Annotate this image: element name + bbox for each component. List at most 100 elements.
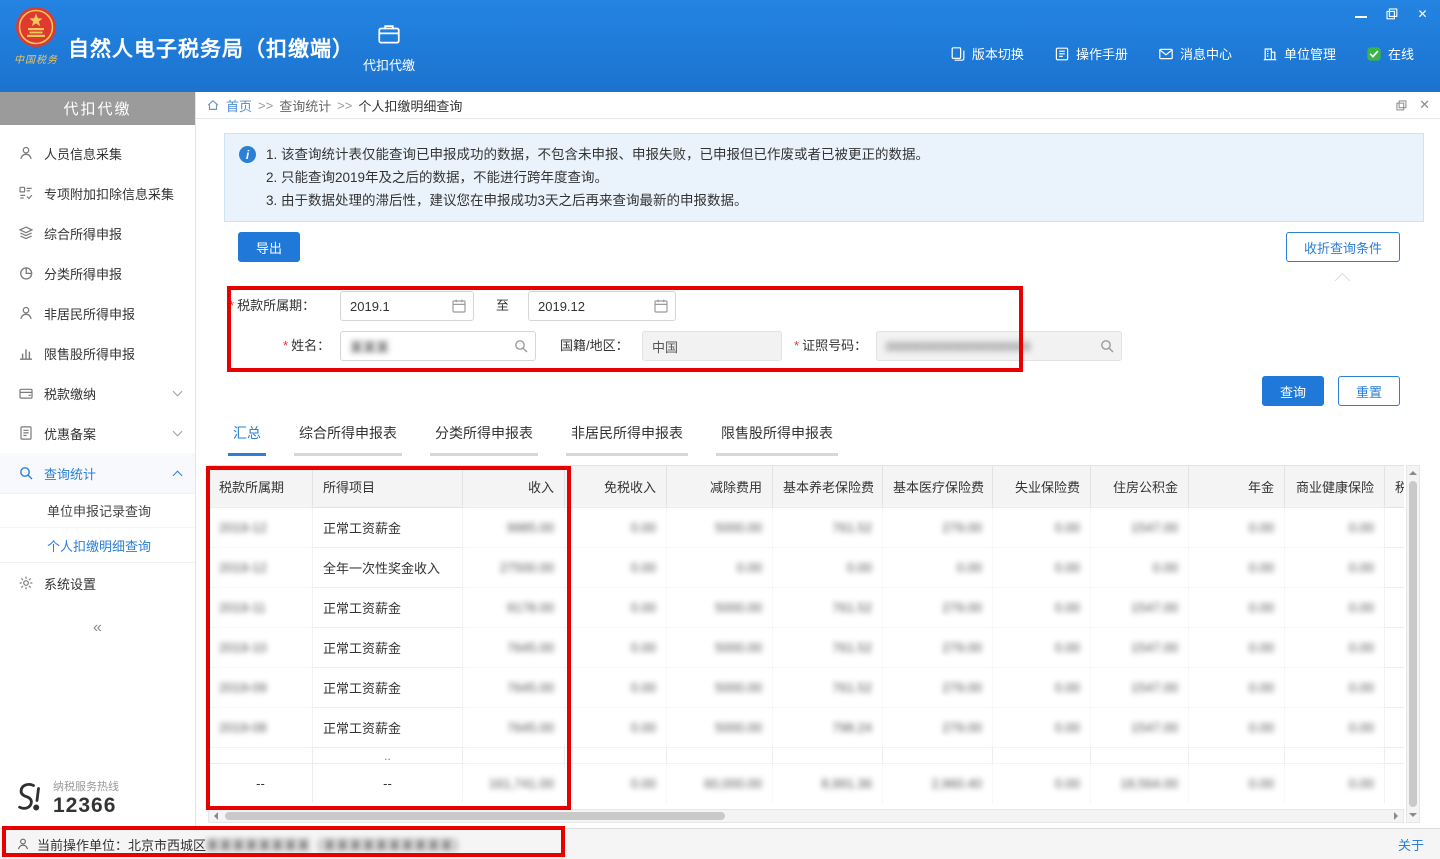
restore-button[interactable] — [1384, 7, 1399, 22]
tab-4[interactable]: 限售股所得申报表 — [716, 423, 838, 456]
column-header: 基本养老保险费 — [773, 466, 883, 508]
nav-item-online-status[interactable]: 在线 — [1366, 44, 1414, 63]
search-icon[interactable] — [1099, 338, 1115, 354]
collapse-query-button[interactable]: 收折查询条件 — [1286, 232, 1400, 262]
query-button[interactable]: 查询 — [1262, 376, 1324, 406]
name-input[interactable]: 某某某 — [340, 331, 536, 361]
main-content: i 1. 该查询统计表仅能查询已申报成功的数据，不包含未申报、申报失败，已申报但… — [196, 119, 1440, 828]
minimize-button[interactable] — [1353, 7, 1368, 22]
table-cell: 2019-10 — [209, 628, 313, 668]
sidebar-item-9[interactable]: 系统设置 — [0, 563, 195, 603]
period-start-input[interactable]: 2019.1 — [340, 291, 474, 321]
table-cell: 761.52 — [773, 588, 883, 628]
sidebar-item-8[interactable]: 查询统计 — [0, 453, 195, 493]
reset-button[interactable]: 重置 — [1338, 376, 1400, 406]
panel-actions: ✕ — [1396, 97, 1430, 113]
current-unit-label: 当前操作单位： — [37, 835, 128, 854]
tab-2[interactable]: 分类所得申报表 — [430, 423, 538, 456]
table-cell: 5000.00 — [667, 668, 773, 708]
notice-line: 3. 由于数据处理的滞后性，建议您在申报成功3天之后再来查询最新的申报数据。 — [266, 189, 929, 212]
table-cell — [883, 748, 993, 764]
table-cell: 1547.00 — [1091, 588, 1189, 628]
sidebar-item-4[interactable]: 非居民所得申报 — [0, 293, 195, 333]
scroll-up-arrow-icon[interactable] — [1407, 466, 1419, 480]
breadcrumb-home-link[interactable]: 首页 — [226, 96, 252, 115]
sidebar-item-label: 系统设置 — [44, 574, 96, 593]
nav-item-label: 消息中心 — [1180, 44, 1232, 63]
sidebar-item-label: 综合所得申报 — [44, 224, 122, 243]
about-link[interactable]: 关于 — [1398, 835, 1424, 854]
certificate-input[interactable]: 00000000000000000000 — [876, 331, 1122, 361]
scroll-left-arrow-icon[interactable] — [209, 810, 223, 822]
column-header: 免税收入 — [565, 466, 667, 508]
table-cell: 正常工资薪金 — [313, 668, 463, 708]
column-header: 税款所属期 — [209, 466, 313, 508]
sidebar-submenu: 单位申报记录查询个人扣缴明细查询 — [0, 493, 195, 563]
list-icon — [18, 185, 34, 201]
search-icon[interactable] — [513, 338, 529, 354]
nav-item-manual[interactable]: 操作手册 — [1054, 44, 1128, 63]
table-cell: 8,991.36 — [773, 764, 883, 804]
table-row: 2019-12正常工资薪金9985.000.005000.00761.52279… — [209, 508, 1405, 548]
nationality-input[interactable]: 中国 — [642, 331, 782, 361]
table-cell: 0.00 — [1189, 588, 1285, 628]
sidebar-item-1[interactable]: 专项附加扣除信息采集 — [0, 173, 195, 213]
certificate-label: 证照号码： — [794, 331, 867, 361]
sidebar-subitem-0[interactable]: 单位申报记录查询 — [0, 494, 195, 528]
sidebar-item-7[interactable]: 优惠备案 — [0, 413, 195, 453]
sidebar-item-0[interactable]: 人员信息采集 — [0, 133, 195, 173]
pages-icon — [950, 46, 966, 62]
tab-1[interactable]: 综合所得申报表 — [294, 423, 402, 456]
vertical-scroll-thumb[interactable] — [1409, 481, 1417, 807]
scroll-down-arrow-icon[interactable] — [1407, 808, 1419, 822]
sidebar-item-6[interactable]: 税款缴纳 — [0, 373, 195, 413]
nav-item-label: 版本切换 — [972, 44, 1024, 63]
calendar-icon[interactable] — [451, 298, 467, 314]
nav-item-version-switch[interactable]: 版本切换 — [950, 44, 1024, 63]
panel-restore-icon[interactable] — [1396, 100, 1407, 111]
table-cell: -- — [209, 764, 313, 804]
tab-3[interactable]: 非居民所得申报表 — [566, 423, 688, 456]
tab-withholding-module[interactable]: 代扣代缴 — [348, 12, 430, 84]
table-cell: 9178.00 — [463, 588, 565, 628]
nav-item-message-center[interactable]: 消息中心 — [1158, 44, 1232, 63]
tax-bureau-logo: 中国税务 — [10, 5, 62, 87]
sidebar-item-3[interactable]: 分类所得申报 — [0, 253, 195, 293]
table-cell: 9985.00 — [463, 508, 565, 548]
pie-icon — [18, 265, 34, 281]
notice-lines: 1. 该查询统计表仅能查询已申报成功的数据，不包含未申报、申报失败，已申报但已作… — [266, 143, 929, 212]
table-cell: 1547.00 — [1091, 708, 1189, 748]
panel-close-icon[interactable]: ✕ — [1419, 97, 1430, 113]
calendar-icon[interactable] — [653, 298, 669, 314]
table-cell: 0.00 — [667, 548, 773, 588]
table-cell — [209, 748, 313, 764]
sidebar: 代扣代缴 人员信息采集专项附加扣除信息采集综合所得申报分类所得申报非居民所得申报… — [0, 92, 196, 828]
table-cell: 0.00 — [1091, 548, 1189, 588]
nav-item-org-manage[interactable]: 单位管理 — [1262, 44, 1336, 63]
sidebar-item-5[interactable]: 限售股所得申报 — [0, 333, 195, 373]
table-cell — [565, 748, 667, 764]
restore-icon — [1386, 8, 1398, 20]
user-icon — [16, 837, 30, 851]
sidebar-collapse-button[interactable]: « — [0, 619, 195, 637]
status-bar: 当前操作单位： 北京市西城区 某某某某某某某某（某某某某某某某某某某） 关于 — [0, 828, 1440, 859]
period-start-value: 2019.1 — [350, 299, 390, 314]
vertical-scrollbar[interactable] — [1406, 465, 1420, 823]
horizontal-scrollbar[interactable] — [208, 809, 1404, 823]
horizontal-scroll-thumb[interactable] — [225, 812, 725, 820]
tab-0[interactable]: 汇总 — [228, 423, 266, 456]
table-cell — [1385, 668, 1405, 708]
table-cell: 279.00 — [883, 588, 993, 628]
column-header: 年金 — [1189, 466, 1285, 508]
period-end-input[interactable]: 2019.12 — [528, 291, 676, 321]
sidebar-item-label: 专项附加扣除信息采集 — [44, 184, 174, 203]
scroll-right-arrow-icon[interactable] — [1389, 810, 1403, 822]
export-button[interactable]: 导出 — [238, 232, 300, 262]
table-cell: 0.00 — [1189, 548, 1285, 588]
close-button[interactable]: ✕ — [1415, 7, 1430, 22]
breadcrumb-item: 查询统计 — [279, 96, 331, 115]
sidebar-subitem-1[interactable]: 个人扣缴明细查询 — [0, 528, 195, 562]
table-cell: 2,960.40 — [883, 764, 993, 804]
column-header: 收入 — [463, 466, 565, 508]
sidebar-item-2[interactable]: 综合所得申报 — [0, 213, 195, 253]
